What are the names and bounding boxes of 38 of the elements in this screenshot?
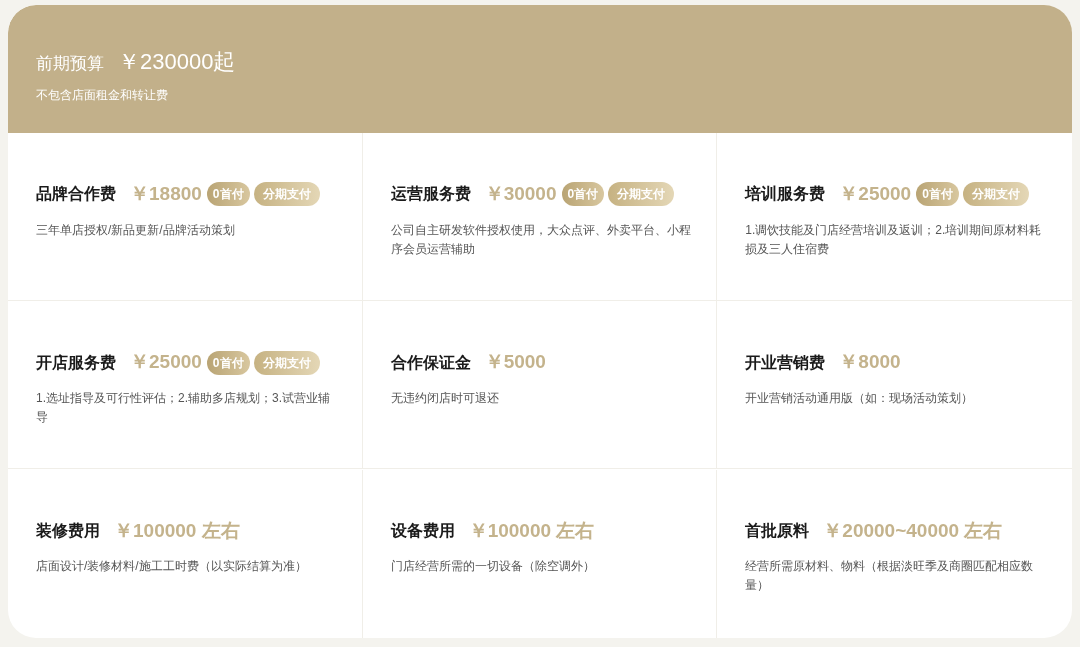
payment-badge: 分期支付: [608, 182, 675, 207]
fee-name: 开业营销费: [745, 352, 826, 373]
budget-label: 前期预算: [36, 53, 104, 75]
fee-name: 培训服务费: [745, 184, 826, 205]
fee-description: 无违约闭店时可退还: [390, 389, 500, 407]
payment-badge: 0首付: [916, 182, 959, 207]
payment-badge: 分期支付: [253, 182, 320, 207]
budget-note: 不包含店面租金和转让费: [36, 87, 169, 104]
fee-price: ￥25000: [839, 182, 912, 206]
fee-description: 门店经营所需的一切设备（除空调外）: [390, 558, 596, 576]
fee-description: 开业营销活动通用版（如：现场活动策划）: [745, 389, 975, 407]
fee-price: ￥20000~40000 左右: [823, 518, 1003, 543]
payment-badge: 0首付: [206, 350, 250, 375]
fee-price: ￥18800: [130, 182, 202, 206]
fee-description: 公司自主研发软件授权使用，大众点评、外卖平台、小程序会员运营辅助: [390, 221, 691, 258]
fee-price: ￥100000 左右: [468, 518, 595, 543]
fee-name: 首批原料: [745, 520, 810, 541]
fee-description: 经营所需原材料、物料（根据淡旺季及商圈匹配相应数量）: [745, 558, 1035, 595]
fee-description: 三年单店授权/新品更新/品牌活动策划: [36, 221, 236, 239]
fee-price: ￥8000: [839, 350, 901, 375]
fee-name: 设备费用: [390, 520, 455, 541]
payment-badge: 分期支付: [253, 350, 320, 375]
fee-price: ￥30000: [484, 182, 557, 206]
fee-name: 合作保证金: [390, 352, 471, 373]
payment-badge: 分期支付: [962, 182, 1029, 207]
fee-price: ￥5000: [484, 350, 546, 375]
fee-price: ￥25000: [130, 350, 202, 375]
payment-badge: 0首付: [561, 182, 605, 207]
payment-badge: 0首付: [206, 182, 250, 207]
fee-name: 开店服务费: [36, 352, 116, 373]
fee-name: 品牌合作费: [36, 184, 116, 205]
fee-description: 1.选址指导及可行性评估；2.辅助多店规划；3.试营业辅导: [36, 389, 332, 426]
fee-name: 装修费用: [36, 520, 100, 541]
fee-price: ￥100000 左右: [114, 518, 240, 543]
fee-description: 店面设计/装修材料/施工工时费（以实际结算为准）: [36, 558, 308, 576]
budget-amount: ￥230000起: [118, 48, 236, 76]
fee-description: 1.调饮技能及门店经营培训及返训；2.培训期间原材料耗损及三人住宿费: [745, 221, 1043, 258]
fee-name: 运营服务费: [390, 184, 471, 205]
